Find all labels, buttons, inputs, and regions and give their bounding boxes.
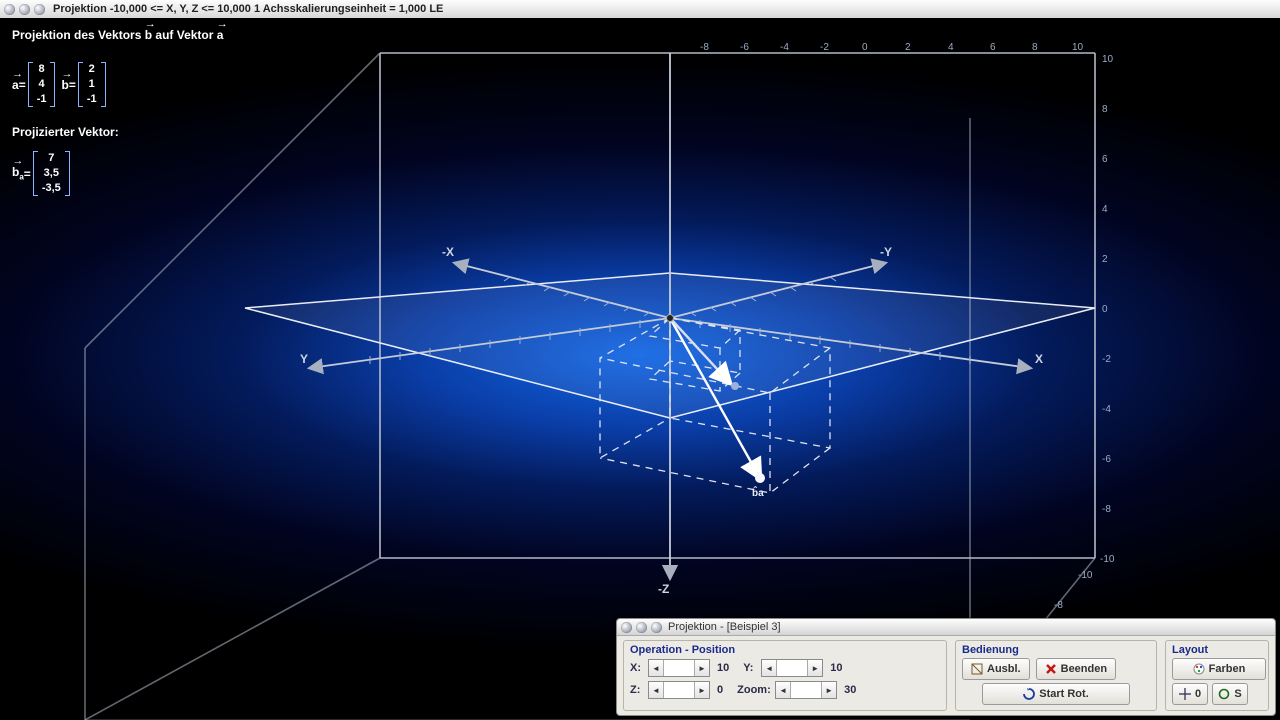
group-title: Layout — [1172, 644, 1262, 656]
svg-text:2: 2 — [1102, 254, 1108, 265]
right-arrow-icon[interactable]: ► — [807, 660, 822, 676]
svg-text:6: 6 — [1102, 154, 1108, 165]
y-spinner[interactable]: ◄► — [761, 659, 823, 677]
svg-text:-8: -8 — [700, 42, 709, 53]
left-arrow-icon[interactable]: ◄ — [649, 682, 664, 698]
svg-text:-2: -2 — [820, 42, 829, 53]
origin-point — [667, 315, 674, 322]
window-control-icon[interactable] — [34, 4, 45, 15]
window-control-icon[interactable] — [636, 622, 647, 633]
svg-text:10: 10 — [1072, 42, 1084, 53]
svg-text:2: 2 — [905, 42, 911, 53]
projected-label: Projizierter Vektor: — [12, 123, 223, 141]
zoom-value: 30 — [844, 684, 856, 696]
y-label: Y: — [743, 662, 757, 674]
vector-a: 84-1 — [28, 62, 56, 107]
y-value: 10 — [830, 662, 842, 674]
vector-b-endpoint — [731, 382, 739, 390]
zoom-spinner[interactable]: ◄► — [775, 681, 837, 699]
svg-text:-10: -10 — [1100, 554, 1115, 565]
close-icon — [1045, 663, 1057, 675]
svg-text:0: 0 — [862, 42, 868, 53]
palette-icon — [1193, 663, 1205, 675]
snapshot-button[interactable]: S — [1212, 683, 1248, 705]
control-panel: Projektion - [Beispiel 3] Operation - Po… — [616, 618, 1276, 716]
window-control-icon[interactable] — [4, 4, 15, 15]
crosshair-icon — [1179, 688, 1191, 700]
beenden-button[interactable]: Beenden — [1036, 658, 1116, 680]
panel-titlebar: Projektion - [Beispiel 3] — [617, 619, 1275, 636]
window-title: Projektion -10,000 <= X, Y, Z <= 10,000 … — [53, 3, 443, 15]
snapshot-icon — [1218, 688, 1230, 700]
ausblenden-button[interactable]: Ausbl. — [962, 658, 1030, 680]
left-arrow-icon[interactable]: ◄ — [649, 660, 664, 676]
rotate-icon — [1023, 688, 1035, 700]
right-arrow-icon[interactable]: ► — [694, 682, 709, 698]
reset-origin-button[interactable]: 0 — [1172, 683, 1208, 705]
vector-endpoint — [755, 473, 765, 483]
vector-ba-label: b̂a — [752, 486, 764, 499]
projected-vector: ba = 73,5-3,5 — [12, 149, 223, 198]
svg-text:4: 4 — [1102, 204, 1108, 215]
window-control-icon[interactable] — [651, 622, 662, 633]
panel-title: Projektion - [Beispiel 3] — [668, 621, 781, 633]
x-label: X: — [630, 662, 644, 674]
right-arrow-icon[interactable]: ► — [694, 660, 709, 676]
top-edge-ticks: -8 -6 -4 -2 0 2 4 6 8 10 — [700, 42, 1084, 53]
heading: Projektion des Vektors b auf Vektor a — [12, 26, 223, 44]
group-title: Bedienung — [962, 644, 1150, 656]
svg-text:6: 6 — [990, 42, 996, 53]
group-operation: Operation - Position X: ◄► 10 Y: ◄► 10 Z… — [623, 640, 947, 711]
axis-label-x: X — [1035, 352, 1043, 366]
group-layout: Layout Farben 0 S — [1165, 640, 1269, 711]
viewport-3d[interactable]: Projektion des Vektors b auf Vektor a a … — [0, 18, 1280, 720]
svg-text:8: 8 — [1102, 104, 1108, 115]
z-label: Z: — [630, 684, 644, 696]
x-value: 10 — [717, 662, 729, 674]
svg-text:-8: -8 — [1102, 504, 1111, 515]
hide-icon — [971, 663, 983, 675]
vector-b: 21-1 — [78, 62, 106, 107]
svg-text:-2: -2 — [1102, 354, 1111, 365]
x-spinner[interactable]: ◄► — [648, 659, 710, 677]
axis-label-neg-y: -Y — [880, 245, 892, 259]
svg-text:-8: -8 — [1054, 600, 1063, 611]
info-overlay: Projektion des Vektors b auf Vektor a a … — [12, 26, 223, 198]
window-control-icon[interactable] — [19, 4, 30, 15]
zoom-label: Zoom: — [737, 684, 771, 696]
right-arrow-icon[interactable]: ► — [821, 682, 836, 698]
farben-button[interactable]: Farben — [1172, 658, 1266, 680]
svg-text:10: 10 — [1102, 54, 1114, 65]
group-bedienung: Bedienung Ausbl. Beenden Start Rot. — [955, 640, 1157, 711]
z-spinner[interactable]: ◄► — [648, 681, 710, 699]
axis-label-y: Y — [300, 352, 308, 366]
svg-text:-6: -6 — [1102, 454, 1111, 465]
svg-text:-6: -6 — [740, 42, 749, 53]
group-title: Operation - Position — [630, 644, 940, 656]
start-rotation-button[interactable]: Start Rot. — [982, 683, 1130, 705]
svg-text:-4: -4 — [780, 42, 789, 53]
axis-label-neg-z: -Z — [658, 582, 669, 596]
svg-text:8: 8 — [1032, 42, 1038, 53]
main-titlebar: Projektion -10,000 <= X, Y, Z <= 10,000 … — [0, 0, 1280, 18]
left-arrow-icon[interactable]: ◄ — [776, 682, 791, 698]
vector-ba: 73,5-3,5 — [33, 151, 70, 196]
svg-text:-4: -4 — [1102, 404, 1111, 415]
left-arrow-icon[interactable]: ◄ — [762, 660, 777, 676]
vector-defs: a = 84-1 b = 21-1 — [12, 60, 223, 109]
window-control-icon[interactable] — [621, 622, 632, 633]
svg-text:0: 0 — [1102, 304, 1108, 315]
axis-label-neg-x: -X — [442, 245, 454, 259]
svg-text:4: 4 — [948, 42, 954, 53]
svg-text:-10: -10 — [1078, 570, 1093, 581]
z-value: 0 — [717, 684, 723, 696]
right-edge-ticks: 10 8 6 4 2 0 -2 -4 -6 -8 -10 — [1100, 54, 1115, 565]
